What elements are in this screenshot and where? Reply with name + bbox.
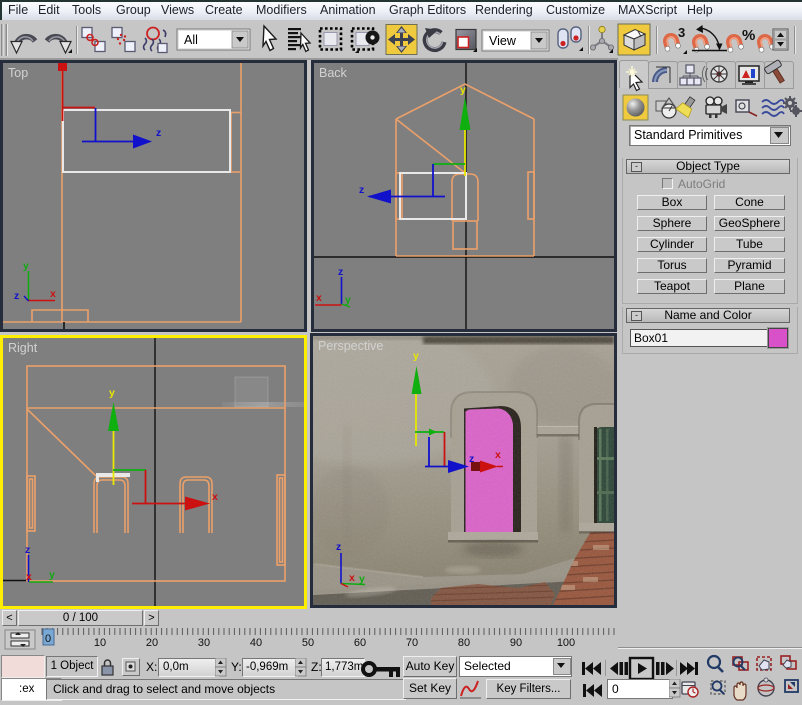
svg-text:Perspective: Perspective (318, 339, 383, 353)
svg-text:y: y (359, 573, 365, 585)
svg-text:z: z (469, 453, 474, 465)
svg-text:60: 60 (354, 637, 366, 649)
svg-text:90: 90 (510, 637, 522, 649)
svg-text:x: x (495, 449, 501, 461)
svg-text:10: 10 (94, 637, 106, 649)
svg-text:x: x (316, 292, 322, 304)
svg-text:y: y (49, 569, 55, 581)
svg-text:y: y (460, 84, 466, 96)
svg-text:100: 100 (557, 637, 575, 649)
svg-text:Back: Back (319, 66, 348, 80)
svg-text:20: 20 (146, 637, 158, 649)
svg-text:y: y (413, 350, 419, 362)
svg-text:30: 30 (198, 637, 210, 649)
svg-text:Right: Right (8, 341, 38, 355)
svg-text:Top: Top (8, 66, 28, 80)
svg-text:%: % (742, 27, 755, 44)
svg-text:z: z (25, 544, 30, 556)
svg-text:z: z (359, 184, 364, 196)
svg-text:3: 3 (678, 25, 685, 40)
svg-text:y: y (109, 387, 115, 399)
svg-text:z: z (14, 290, 19, 302)
svg-text:40: 40 (250, 637, 262, 649)
svg-text:x: x (50, 288, 56, 300)
svg-text:z: z (336, 541, 341, 553)
svg-text:y: y (23, 260, 29, 272)
svg-text:50: 50 (302, 637, 314, 649)
svg-text:70: 70 (406, 637, 418, 649)
svg-text:x: x (212, 491, 218, 503)
svg-text:x: x (349, 572, 355, 584)
svg-text:80: 80 (458, 637, 470, 649)
svg-text:0: 0 (45, 633, 51, 645)
svg-text:y: y (345, 294, 351, 306)
svg-text:z: z (338, 266, 343, 278)
svg-text:z: z (156, 127, 161, 139)
